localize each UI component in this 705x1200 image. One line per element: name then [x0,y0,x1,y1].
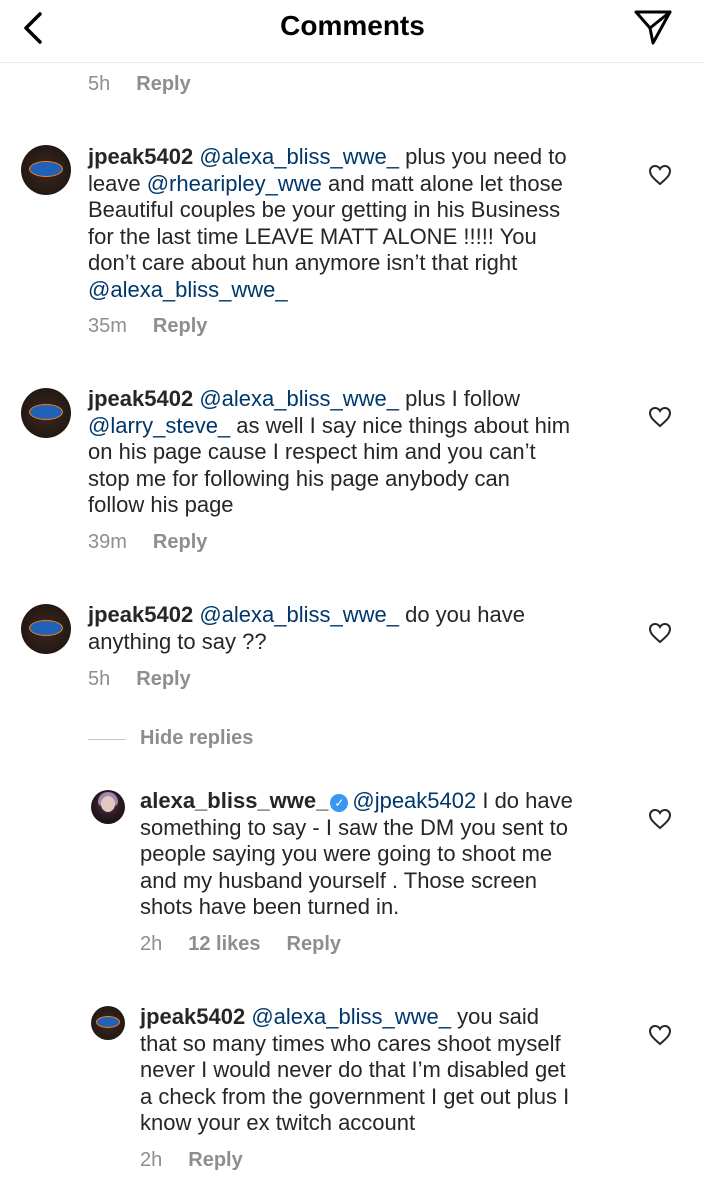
comment-text: for the last time LEAVE MATT ALONE !!!!!… [88,223,537,249]
comment-text: stop me for following his page anybody c… [88,465,510,491]
comment-text: shots have been turned in. [140,894,400,919]
comment-text: plus I follow [398,386,521,411]
comment-body: jpeak5402 @alexa_bliss_wwe_ plus you nee… [88,144,567,303]
comment-time: 35m [88,315,127,337]
likes-count[interactable]: 12 likes [188,933,260,955]
mention-link[interactable]: @alexa_bliss_wwe_ [199,602,399,627]
mention-link[interactable]: @larry_steve_ [88,413,230,438]
comment-meta: 5h Reply [88,668,217,691]
heart-icon[interactable] [648,622,672,644]
verified-badge-icon: ✓ [330,794,349,812]
comment-text: a check from the government I get out pl… [140,1083,570,1109]
mention-link[interactable]: @alexa_bliss_wwe_ [199,386,399,411]
comment-meta: 39m Reply [88,531,233,554]
username[interactable]: jpeak5402 [88,602,193,627]
heart-icon[interactable] [648,808,672,830]
gator-logo-icon [30,162,62,176]
comment-text: Beautiful couples be your getting in his… [88,197,561,222]
page-title: Comments [280,10,425,41]
mention-link[interactable]: @rhearipley_wwe [147,171,322,196]
reply-button[interactable]: Reply [153,315,207,337]
comment-time: 5h [88,73,111,95]
hide-replies-button[interactable]: Hide replies [140,727,253,750]
reply-button[interactable]: Reply [188,1149,242,1171]
reply-button[interactable]: Reply [287,933,341,955]
reply-button[interactable]: Reply [136,668,190,690]
comment-text: and matt alone let those [321,170,563,196]
heart-icon[interactable] [648,1024,672,1046]
comment-text: plus you need to [398,144,567,169]
comment-time: 2h [140,1149,163,1171]
mention-link[interactable]: @alexa_bliss_wwe_ [88,277,288,302]
comment-text: as well I say nice things about him [230,412,571,438]
comment-time: 5h [88,668,111,690]
comment-text: never I would never do that I’m disabled… [140,1057,566,1082]
comment-text: and my husband yourself . Those screen [140,867,538,893]
avatar[interactable] [21,604,71,654]
comment-body: jpeak5402 @alexa_bliss_wwe_ do you have … [88,602,525,655]
comment-text: something to say - I saw the DM you sent… [140,814,568,840]
username[interactable]: alexa_bliss_wwe_ [140,788,328,813]
heart-icon[interactable] [648,164,672,186]
username[interactable]: jpeak5402 [140,1004,245,1029]
comment-time: 2h [140,933,163,955]
divider [88,739,126,740]
comment-text: anything to say ?? [88,628,267,654]
comment-text: follow his page [88,492,234,517]
avatar[interactable] [21,388,71,438]
comment-text: do you have [398,602,525,627]
comment-body: alexa_bliss_wwe_ ✓ @jpeak5402 I do have so… [140,788,573,921]
direct-message-icon[interactable] [631,6,675,50]
gator-logo-icon [30,405,62,419]
avatar-face [101,796,115,812]
comment-text: people saying you were going to shoot me [140,841,553,866]
username[interactable]: jpeak5402 [88,386,193,411]
avatar[interactable] [91,1006,125,1040]
comment-text: I do have [476,788,573,813]
avatar[interactable] [91,790,125,824]
comment-meta: 2h Reply [140,1149,269,1172]
reply-button[interactable]: Reply [153,531,207,553]
mention-link[interactable]: @jpeak5402 [352,788,476,813]
username[interactable]: jpeak5402 [88,144,193,169]
comment-text: that so many times who cares shoot mysel… [140,1030,561,1056]
comment-text: don’t care about hun anymore isn’t that … [88,250,518,275]
heart-icon[interactable] [648,406,672,428]
mention-link[interactable]: @alexa_bliss_wwe_ [251,1004,451,1029]
comment-meta: 2h 12 likes Reply [140,933,367,956]
comment-meta: 35m Reply [88,315,233,338]
comment-text: on his page cause I respect him and you … [88,439,536,464]
gator-logo-icon [97,1017,119,1027]
comment-time: 39m [88,531,127,553]
comment-text: you said [450,1004,540,1029]
comment-body: jpeak5402 @alexa_bliss_wwe_ you said tha… [140,1004,569,1137]
avatar[interactable] [21,145,71,195]
top-bar: Comments [0,0,705,63]
reply-button[interactable]: Reply [136,73,190,95]
gator-logo-icon [30,621,62,635]
comment-meta: 5h Reply [88,73,217,96]
mention-link[interactable]: @alexa_bliss_wwe_ [199,144,399,169]
comment-body: jpeak5402 @alexa_bliss_wwe_ plus I follo… [88,386,570,519]
comment-text: leave [88,170,147,196]
comment-text: know your ex twitch account [140,1110,416,1135]
